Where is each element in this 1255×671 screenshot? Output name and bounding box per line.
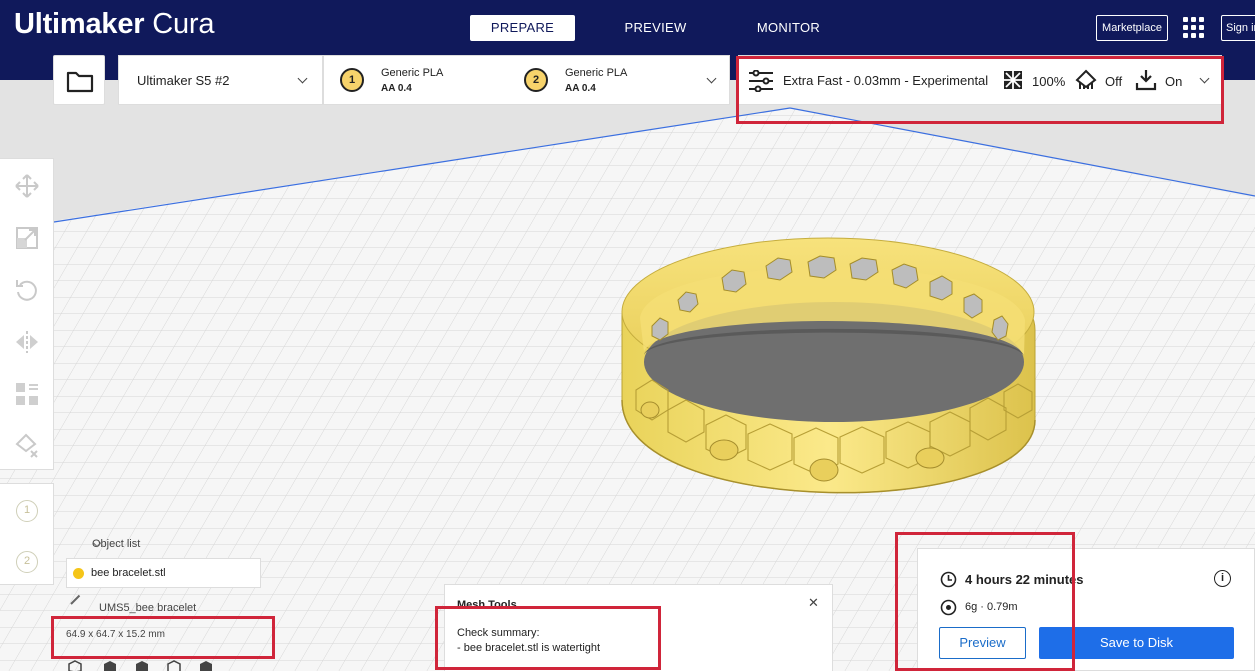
infill-value: 100%	[1032, 74, 1066, 89]
output-action-panel: 4 hours 22 minutes i 6g · 0.79m Preview …	[917, 548, 1255, 671]
spool-icon	[940, 599, 957, 616]
view-top-icon[interactable]	[135, 660, 149, 671]
profile-name: Extra Fast - 0.03mm - Experimental	[783, 73, 989, 88]
infill-icon	[1004, 71, 1022, 89]
printer-name: Ultimaker S5 #2	[137, 73, 230, 88]
extruder-1-material: Generic PLA	[381, 67, 444, 79]
support-value: Off	[1105, 74, 1123, 89]
save-to-disk-button[interactable]: Save to Disk	[1039, 627, 1234, 659]
mesh-tools-panel: Mesh Tools ✕ Check summary: - bee bracel…	[444, 584, 833, 671]
model-dimensions: 64.9 x 64.7 x 15.2 mm	[66, 629, 165, 640]
print-settings-selector[interactable]: Extra Fast - 0.03mm - Experimental 100% …	[738, 55, 1222, 105]
object-color-dot	[73, 568, 84, 579]
folder-icon	[66, 71, 94, 93]
chevron-down-icon	[706, 73, 717, 84]
per-model-settings-icon[interactable]	[14, 381, 40, 407]
view-3d-icon[interactable]	[68, 660, 82, 671]
tab-monitor[interactable]: MONITOR	[736, 15, 841, 41]
material-usage: 6g · 0.79m	[965, 601, 1018, 613]
mesh-tools-title: Mesh Tools	[457, 599, 517, 611]
clock-icon	[940, 571, 957, 588]
extruder-configuration-selector[interactable]: 1 Generic PLA AA 0.4 2 Generic PLA AA 0.…	[323, 55, 730, 105]
extruder-1[interactable]: 1 Generic PLA AA 0.4	[324, 56, 524, 104]
scale-tool-icon[interactable]	[14, 225, 40, 251]
check-summary-label: Check summary:	[457, 627, 540, 639]
close-icon[interactable]: ✕	[808, 595, 819, 611]
tool-bar	[0, 158, 54, 470]
check-summary-result: - bee bracelet.stl is watertight	[457, 642, 601, 654]
extruder-2[interactable]: 2 Generic PLA AA 0.4	[524, 56, 704, 104]
open-file-button[interactable]	[53, 55, 105, 105]
extruder-2-core: AA 0.4	[565, 83, 596, 94]
support-blocker-icon[interactable]	[14, 433, 40, 459]
extruder-1-button[interactable]: 1	[16, 500, 38, 522]
apps-grid-icon[interactable]	[1183, 17, 1205, 39]
view-right-icon[interactable]	[199, 660, 213, 671]
object-list-item[interactable]: bee bracelet.stl	[66, 558, 261, 588]
tab-preview[interactable]: PREVIEW	[603, 15, 708, 41]
marketplace-button[interactable]: Marketplace	[1096, 15, 1168, 41]
object-name: bee bracelet.stl	[91, 567, 166, 579]
print-time: 4 hours 22 minutes	[965, 572, 1084, 587]
adhesion-value: On	[1165, 74, 1183, 89]
app-logo: Ultimaker Cura	[14, 8, 215, 40]
extruder-2-button[interactable]: 2	[16, 551, 38, 573]
printer-selector[interactable]: Ultimaker S5 #2	[118, 55, 323, 105]
view-front-icon[interactable]	[103, 660, 117, 671]
rotate-tool-icon[interactable]	[14, 277, 40, 303]
mirror-tool-icon[interactable]	[14, 329, 40, 355]
extruder-2-material: Generic PLA	[565, 67, 628, 79]
support-icon	[1075, 69, 1097, 89]
extruder-switcher: 1 2	[0, 483, 54, 585]
extruder-1-badge: 1	[340, 68, 364, 92]
extruder-1-core: AA 0.4	[381, 83, 412, 94]
chevron-down-icon	[297, 73, 308, 84]
sign-in-button[interactable]: Sign in	[1221, 15, 1255, 41]
move-tool-icon[interactable]	[14, 173, 40, 199]
tab-prepare[interactable]: PREPARE	[470, 15, 575, 41]
job-name[interactable]: UMS5_bee bracelet	[99, 602, 196, 614]
extruder-2-badge: 2	[524, 68, 548, 92]
view-left-icon[interactable]	[167, 660, 181, 671]
info-icon[interactable]: i	[1214, 570, 1231, 587]
adhesion-icon	[1135, 70, 1157, 91]
preview-button[interactable]: Preview	[939, 627, 1026, 659]
settings-sliders-icon	[749, 70, 773, 92]
stage-tabs: PREPARE PREVIEW MONITOR	[470, 15, 869, 41]
object-list-toggle[interactable]: Object list	[66, 538, 140, 550]
chevron-down-icon	[1199, 73, 1210, 84]
